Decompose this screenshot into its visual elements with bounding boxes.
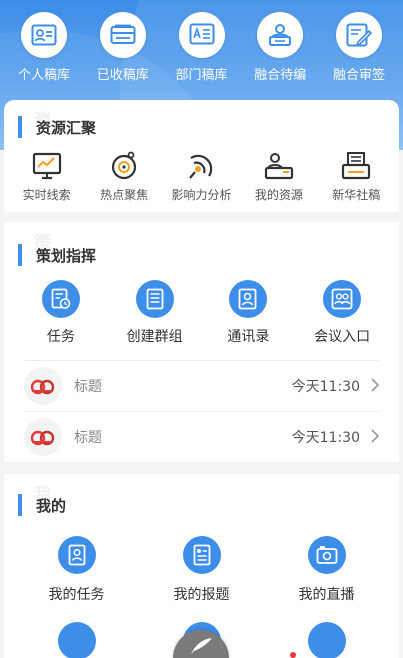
partial-icon[interactable] xyxy=(57,622,96,658)
planning-task[interactable]: 任务 xyxy=(18,280,104,346)
task-clock-icon xyxy=(41,280,80,318)
section-title: 我的 xyxy=(36,496,67,515)
resource-realtime-leads[interactable]: 实时线索 xyxy=(9,150,85,203)
list-time: 今天11:30 xyxy=(291,430,360,446)
contacts-icon xyxy=(229,280,268,318)
chevron-right-icon xyxy=(370,377,380,396)
resources-card: 资 资源汇聚 实时线索 热点聚焦 影响力分析 我的资源 新华社稿 xyxy=(4,100,399,212)
top-nav-personal-library[interactable]: 个人稿库 xyxy=(8,12,80,84)
mine-my-report[interactable]: 我的报题 xyxy=(147,536,257,604)
planning-label: 创建群组 xyxy=(126,329,183,345)
feather-icon xyxy=(188,636,214,658)
signal-broadcast-icon xyxy=(184,150,218,182)
planning-label: 会议入口 xyxy=(314,329,371,345)
top-nav-label: 已收稿库 xyxy=(96,68,149,83)
id-card-icon xyxy=(21,12,67,58)
planning-label: 任务 xyxy=(46,329,75,345)
cloud-logo-icon xyxy=(24,418,62,456)
resource-hot-topics[interactable]: 热点聚焦 xyxy=(86,150,162,203)
planning-label: 通讯录 xyxy=(227,329,270,345)
mine-label: 我的任务 xyxy=(48,587,105,603)
top-nav-department-library[interactable]: 部门稿库 xyxy=(166,12,238,84)
top-nav-label: 个人稿库 xyxy=(17,68,70,83)
partial-icon[interactable] xyxy=(307,622,346,658)
list-title: 标题 xyxy=(74,430,102,446)
top-nav: 个人稿库 已收稿库 部门稿库 融合待编 融合审签 xyxy=(0,12,403,84)
resource-xinhua-wire[interactable]: 新华社稿 xyxy=(318,150,394,203)
resource-label: 热点聚焦 xyxy=(100,188,149,202)
top-nav-label: 融合审签 xyxy=(332,68,385,83)
planning-contacts[interactable]: 通讯录 xyxy=(205,280,291,346)
list-item[interactable]: 标题 今天11:30 xyxy=(24,411,380,462)
mine-label: 我的直播 xyxy=(298,587,355,603)
printer-doc-icon xyxy=(339,150,373,182)
resource-my-resources[interactable]: 我的资源 xyxy=(241,150,317,203)
planning-row: 任务 创建群组 通讯录 会议入口 xyxy=(4,280,399,346)
section-title: 策划指挥 xyxy=(36,246,97,265)
target-focus-icon xyxy=(107,150,141,182)
top-nav-review-sign[interactable]: 融合审签 xyxy=(323,12,395,84)
planning-create-group[interactable]: 创建群组 xyxy=(112,280,198,346)
planning-meeting-entry[interactable]: 会议入口 xyxy=(299,280,385,346)
notification-dot xyxy=(290,652,296,658)
my-report-icon xyxy=(182,536,221,574)
top-nav-label: 部门稿库 xyxy=(175,68,228,83)
mine-my-task[interactable]: 我的任务 xyxy=(22,536,132,604)
planning-list: 标题 今天11:30 标题 今天11:30 xyxy=(24,360,380,462)
list-time: 今天11:30 xyxy=(291,379,360,395)
top-nav-pending-edit[interactable]: 融合待编 xyxy=(244,12,316,84)
top-nav-received-library[interactable]: 已收稿库 xyxy=(87,12,159,84)
planning-card: 策 策划指挥 任务 创建群组 通讯录 会议入口 标题 今天11:30 标题 今天… xyxy=(4,222,399,462)
mine-label: 我的报题 xyxy=(173,587,230,603)
resource-label: 影响力分析 xyxy=(171,188,232,202)
section-title: 资源汇聚 xyxy=(36,118,97,137)
list-item[interactable]: 标题 今天11:30 xyxy=(24,360,380,411)
person-board-icon xyxy=(257,12,304,58)
meeting-icon xyxy=(323,280,362,318)
live-camera-icon xyxy=(307,536,346,574)
resource-label: 新华社稿 xyxy=(332,188,381,202)
resources-header: 资源汇聚 xyxy=(18,116,96,138)
mine-header: 我的 xyxy=(18,494,66,516)
sign-document-icon xyxy=(336,12,382,58)
top-nav-label: 融合待编 xyxy=(254,68,307,83)
document-a-icon xyxy=(178,12,225,58)
chevron-right-icon xyxy=(370,428,380,447)
resource-label: 实时线索 xyxy=(22,188,71,202)
resource-label: 我的资源 xyxy=(254,188,303,202)
mine-my-live[interactable]: 我的直播 xyxy=(272,536,382,604)
cloud-logo-icon xyxy=(24,367,62,405)
monitor-chart-icon xyxy=(30,150,64,182)
my-task-icon xyxy=(57,536,96,574)
user-desk-icon xyxy=(262,150,296,182)
resource-influence-analysis[interactable]: 影响力分析 xyxy=(163,150,239,203)
list-title: 标题 xyxy=(74,379,102,395)
planning-header: 策划指挥 xyxy=(18,244,96,266)
mine-row: 我的任务 我的报题 我的直播 xyxy=(4,536,399,604)
resources-row: 实时线索 热点聚焦 影响力分析 我的资源 新华社稿 xyxy=(4,150,399,203)
inbox-tray-icon xyxy=(99,12,146,58)
group-doc-icon xyxy=(135,280,174,318)
